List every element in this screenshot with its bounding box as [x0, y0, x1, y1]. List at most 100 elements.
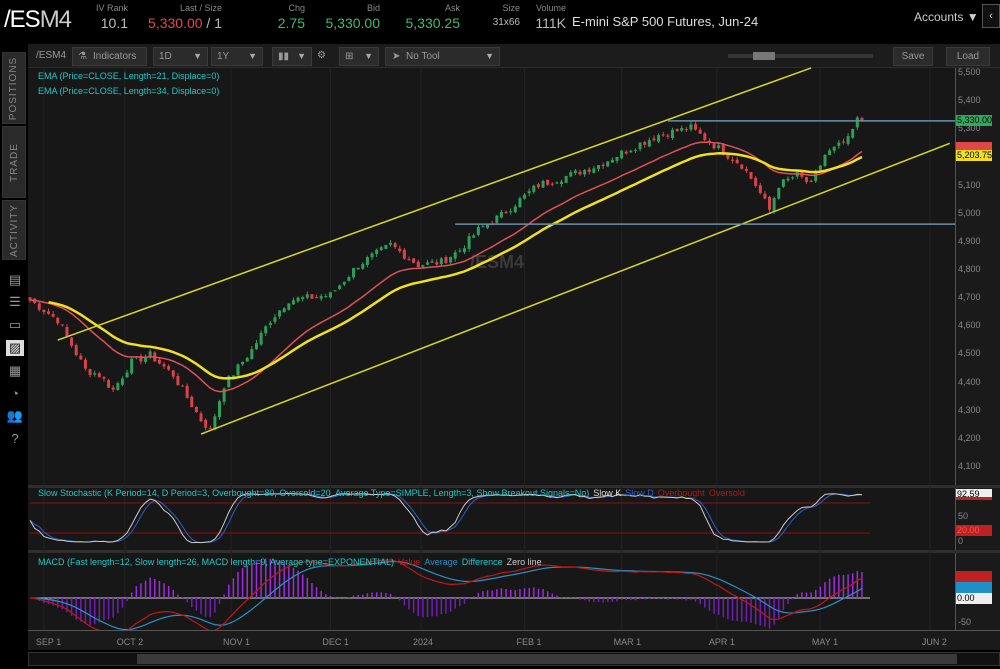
candle [467, 236, 471, 249]
candle [338, 285, 342, 290]
candle [569, 172, 573, 177]
candle [837, 142, 841, 146]
candle [296, 297, 300, 302]
date-axis-label: OCT 2 [116, 637, 144, 647]
candle [107, 380, 111, 388]
candle [620, 150, 624, 159]
candle [370, 253, 374, 258]
candle [499, 211, 503, 218]
candle [523, 194, 527, 199]
candle [689, 124, 693, 130]
date-axis-label: 2024 [413, 637, 434, 647]
ema21-tag [956, 142, 992, 150]
candle [768, 196, 772, 210]
candle [597, 165, 601, 169]
candle [185, 385, 189, 398]
candle [629, 150, 633, 153]
candle [384, 244, 388, 249]
date-axis-label: DEC 1 [322, 637, 349, 647]
candle [601, 164, 605, 167]
candle [199, 413, 203, 422]
candle [379, 247, 383, 250]
stoch-axis-50: 50 [958, 511, 969, 521]
stoch-axis-0: 0 [958, 536, 964, 546]
candle [116, 383, 120, 390]
candle [407, 259, 411, 261]
candle [254, 343, 258, 350]
candle [328, 292, 332, 298]
price-axis-label: 4,500 [958, 348, 981, 359]
candle [70, 337, 74, 346]
candle [347, 277, 351, 281]
candle [851, 128, 855, 138]
candle [666, 135, 670, 137]
candle [398, 248, 402, 252]
price-axis-label: 4,800 [958, 263, 981, 274]
ema34-label: EMA (Price=CLOSE, Length=34, Displace=0) [38, 86, 220, 96]
candle [717, 145, 721, 149]
candle [509, 211, 513, 213]
candle [444, 256, 448, 263]
candle [841, 141, 845, 143]
candle [809, 180, 813, 182]
candle [638, 142, 642, 150]
candle [125, 372, 129, 378]
candle [643, 141, 647, 145]
horizontal-scrollbar[interactable] [28, 652, 1000, 666]
candle [208, 427, 212, 429]
candle [361, 263, 365, 269]
candle [435, 262, 439, 265]
candle [111, 387, 115, 390]
candle [823, 154, 827, 166]
candle [846, 136, 850, 144]
candle [855, 117, 859, 128]
candle [46, 311, 50, 314]
candle [250, 349, 254, 360]
ema21-label: EMA (Price=CLOSE, Length=21, Displace=0) [38, 71, 220, 81]
candle [652, 138, 656, 141]
candle [476, 227, 480, 235]
candle [564, 176, 568, 183]
candle [167, 366, 171, 370]
candle [698, 129, 702, 134]
candle [365, 257, 369, 265]
candle [194, 406, 198, 413]
candle [536, 184, 540, 188]
candle [51, 313, 55, 317]
candle [204, 419, 208, 428]
candle [241, 361, 245, 365]
candle [305, 294, 309, 298]
candle [703, 133, 707, 141]
candle [425, 262, 429, 265]
candle [213, 416, 217, 430]
candle [712, 143, 716, 149]
candle [37, 303, 41, 310]
candle [333, 290, 337, 292]
price-axis-label: 4,700 [958, 292, 981, 303]
candle [259, 332, 263, 345]
price-axis-label: 4,100 [958, 460, 981, 471]
candle [694, 124, 698, 130]
candle [282, 308, 286, 313]
scrollbar-thumb[interactable] [137, 654, 957, 664]
price-chart [28, 67, 955, 636]
price-axis-label: 4,200 [958, 432, 981, 443]
candle [102, 376, 106, 379]
candle [421, 265, 425, 267]
candle [472, 235, 476, 238]
channel-lower-line [200, 142, 951, 435]
candle [587, 169, 591, 172]
candle [65, 327, 69, 336]
candle [273, 317, 277, 322]
candle [670, 129, 674, 139]
ema34-line [48, 151, 863, 380]
date-axis-label: APR 1 [708, 637, 735, 647]
candle [291, 300, 295, 305]
candle [675, 128, 679, 132]
macd-average-tag [956, 582, 992, 593]
candle [615, 156, 619, 161]
price-axis-label: 5,000 [958, 207, 981, 218]
date-axis[interactable]: SEP 1 OCT 2 NOV 1 DEC 1 2024 FEB 1 MAR 1 APR 1 M… [28, 630, 1000, 650]
candle [657, 135, 661, 142]
candle [430, 261, 434, 263]
